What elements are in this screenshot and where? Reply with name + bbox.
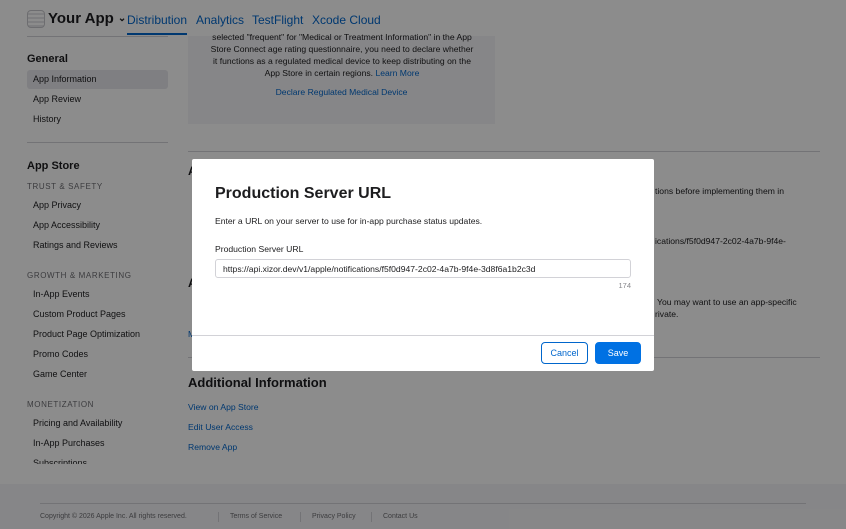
save-button[interactable]: Save [595,342,641,364]
production-server-url-dialog: Production Server URL Enter a URL on you… [192,159,654,371]
dialog-footer-divider [192,335,654,336]
cancel-button[interactable]: Cancel [541,342,588,364]
dialog-description: Enter a URL on your server to use for in… [215,216,483,226]
character-count: 174 [618,281,631,290]
production-server-url-input[interactable] [215,259,631,278]
url-field-label: Production Server URL [215,244,304,254]
dialog-title: Production Server URL [215,185,392,202]
